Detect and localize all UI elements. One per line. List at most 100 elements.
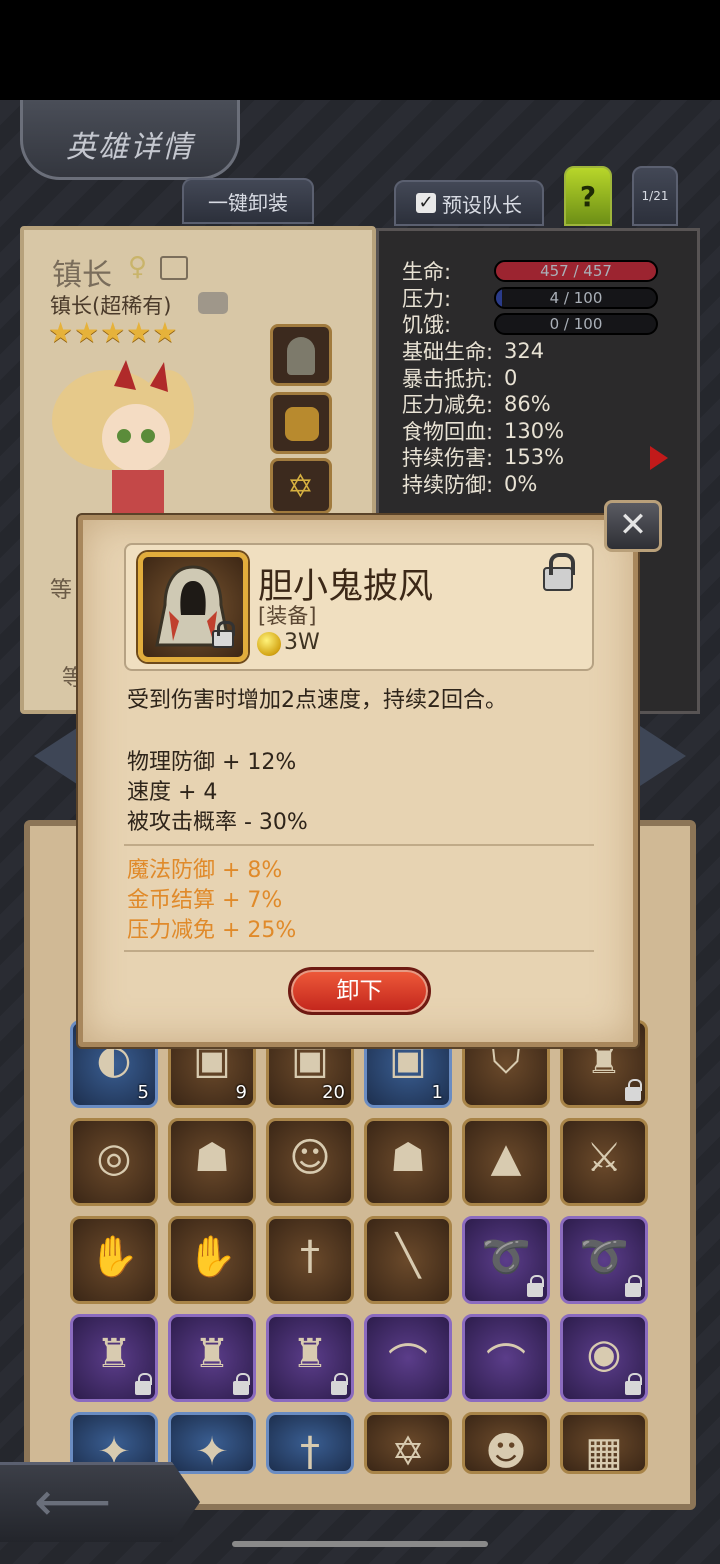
whip-icon: ➰ bbox=[579, 1234, 629, 1280]
stat-value: 0 bbox=[504, 365, 518, 390]
slot-amulet[interactable]: ✡ bbox=[270, 458, 332, 514]
unequip-all-button[interactable]: 一键卸装 bbox=[182, 178, 314, 224]
inventory-slot[interactable]: ☺ bbox=[266, 1118, 354, 1206]
item-count: 9 bbox=[235, 1082, 247, 1103]
inventory-slot[interactable]: † bbox=[266, 1412, 354, 1475]
inventory-slot[interactable]: ◉ bbox=[560, 1314, 648, 1402]
cloak-icon bbox=[287, 337, 315, 375]
inventory-slot[interactable]: ♜ bbox=[168, 1314, 256, 1402]
telescope-icon: ╲ bbox=[395, 1233, 421, 1279]
stat-label: 持续伤害: bbox=[402, 446, 494, 471]
edit-icon[interactable] bbox=[160, 256, 188, 280]
stat-row: 持续防御: 0% bbox=[402, 471, 662, 498]
preset-leader-toggle[interactable]: ✓ 预设队长 bbox=[394, 180, 544, 226]
inventory-slot[interactable]: ⌒ bbox=[462, 1314, 550, 1402]
stat-label: 持续防御: bbox=[402, 473, 494, 498]
spiked-armor-icon: ♜ bbox=[292, 1331, 328, 1377]
bonus-stat: 金币结算 + 7% bbox=[127, 888, 283, 913]
stat-value: 130% bbox=[504, 418, 565, 443]
expand-arrow-icon[interactable] bbox=[650, 446, 668, 470]
stat-row: 食物回血: 130% bbox=[402, 418, 662, 445]
item-lock-icon bbox=[212, 621, 235, 648]
inventory-slot[interactable]: ⚔ bbox=[560, 1118, 648, 1206]
inventory-slot[interactable]: ➰ bbox=[560, 1216, 648, 1304]
check-icon: ✓ bbox=[416, 193, 436, 213]
hp-value: 457 / 457 bbox=[540, 262, 612, 281]
stat-hunger: 饥饿: 0 / 100 bbox=[402, 311, 662, 338]
stress-value: 4 / 100 bbox=[549, 288, 603, 307]
inventory-slot[interactable]: ♜ bbox=[266, 1314, 354, 1402]
inventory-slot[interactable]: ✋ bbox=[168, 1216, 256, 1304]
glow-item-icon: ✦ bbox=[195, 1429, 229, 1475]
inventory-slot[interactable]: ☗ bbox=[364, 1118, 452, 1206]
bonus-stat: 魔法防御 + 8% bbox=[127, 858, 283, 883]
inventory-slot[interactable]: ➰ bbox=[462, 1216, 550, 1304]
stat-label: 压力: bbox=[402, 286, 452, 311]
help-button[interactable]: ? bbox=[564, 166, 612, 226]
star-amulet-icon: ✡ bbox=[287, 467, 314, 505]
ring-icon: ◎ bbox=[96, 1135, 132, 1181]
lock-toggle-icon[interactable] bbox=[543, 553, 575, 591]
inventory-slot[interactable]: † bbox=[266, 1216, 354, 1304]
base-stat: 物理防御 + 12% bbox=[127, 750, 297, 775]
spiked-armor-icon: ♜ bbox=[96, 1331, 132, 1377]
stat-label: 生命: bbox=[402, 260, 452, 285]
claw-glove-icon: ✋ bbox=[187, 1234, 237, 1280]
stat-value: 153% bbox=[504, 445, 565, 470]
slot-cloak[interactable] bbox=[270, 324, 332, 386]
claw-glove-icon: ✋ bbox=[89, 1234, 139, 1280]
inventory-slot[interactable]: ▦ bbox=[560, 1412, 648, 1475]
wizard-hat-icon: ▲ bbox=[490, 1135, 522, 1181]
female-icon: ♀ bbox=[128, 252, 148, 282]
hunger-value: 0 / 100 bbox=[549, 315, 603, 334]
preset-leader-label: 预设队长 bbox=[442, 192, 522, 217]
hero-name: 镇长 bbox=[52, 258, 112, 293]
stat-row: 暴击抵抗: 0 bbox=[402, 364, 662, 391]
item-price: 3W bbox=[284, 630, 320, 655]
inventory-slot[interactable]: ▲ bbox=[462, 1118, 550, 1206]
inventory-slot[interactable]: ✦ bbox=[168, 1412, 256, 1475]
help-icon: ? bbox=[579, 179, 597, 213]
inventory-slot[interactable]: ☗ bbox=[168, 1118, 256, 1206]
tooth-necklace-icon: ⌒ bbox=[486, 1341, 526, 1387]
home-indicator[interactable] bbox=[232, 1541, 488, 1547]
hp-bar: 457 / 457 bbox=[494, 260, 658, 283]
page-label: 1/21 bbox=[641, 189, 669, 203]
item-count: 5 bbox=[137, 1082, 149, 1103]
close-button[interactable]: ✕ bbox=[604, 500, 662, 552]
divider bbox=[124, 844, 594, 846]
stats-list: 生命: 457 / 457 压力: 4 / 100 饥饿: 0 / 100 基础… bbox=[402, 258, 662, 497]
gold-coin-icon bbox=[257, 632, 281, 656]
item-count: 1 bbox=[431, 1082, 443, 1103]
stat-label: 饥饿: bbox=[402, 313, 452, 338]
backpack-icon: ▦ bbox=[585, 1429, 623, 1475]
tooth-necklace-icon: ⌒ bbox=[388, 1341, 428, 1387]
whip-icon: ➰ bbox=[481, 1234, 531, 1280]
spiked-armor-icon: ♜ bbox=[194, 1331, 230, 1377]
dagger-icon: † bbox=[300, 1429, 320, 1475]
unequip-button[interactable]: 卸下 bbox=[288, 967, 431, 1015]
stat-label: 基础生命: bbox=[402, 340, 494, 365]
base-stat: 被攻击概率 - 30% bbox=[127, 810, 308, 835]
inventory-slot[interactable]: ✋ bbox=[70, 1216, 158, 1304]
stat-label: 食物回血: bbox=[402, 419, 494, 444]
inventory-slot[interactable]: ⌒ bbox=[364, 1314, 452, 1402]
backpack-icon bbox=[285, 407, 319, 441]
demon-collar-icon: ◉ bbox=[586, 1331, 622, 1377]
crossed-swords-icon: ✕ bbox=[618, 505, 648, 545]
inventory-slot[interactable]: ◎ bbox=[70, 1118, 158, 1206]
sword-icon: † bbox=[300, 1233, 320, 1279]
slot-backpack[interactable] bbox=[270, 392, 332, 454]
inventory-slot[interactable]: ♜ bbox=[70, 1314, 158, 1402]
inventory-slot[interactable]: ╲ bbox=[364, 1216, 452, 1304]
inventory-slot[interactable]: ✡ bbox=[364, 1412, 452, 1475]
hunger-bar: 0 / 100 bbox=[494, 313, 658, 336]
inventory-slot[interactable]: ☻ bbox=[462, 1412, 550, 1475]
swap-icon[interactable] bbox=[198, 292, 228, 314]
page-indicator: 1/21 bbox=[632, 166, 678, 226]
lock-icon bbox=[625, 1079, 642, 1101]
stress-bar: 4 / 100 bbox=[494, 286, 658, 309]
stat-stress: 压力: 4 / 100 bbox=[402, 285, 662, 312]
unequip-all-label: 一键卸装 bbox=[208, 190, 288, 215]
bonus-stat: 压力减免 + 25% bbox=[127, 918, 297, 943]
